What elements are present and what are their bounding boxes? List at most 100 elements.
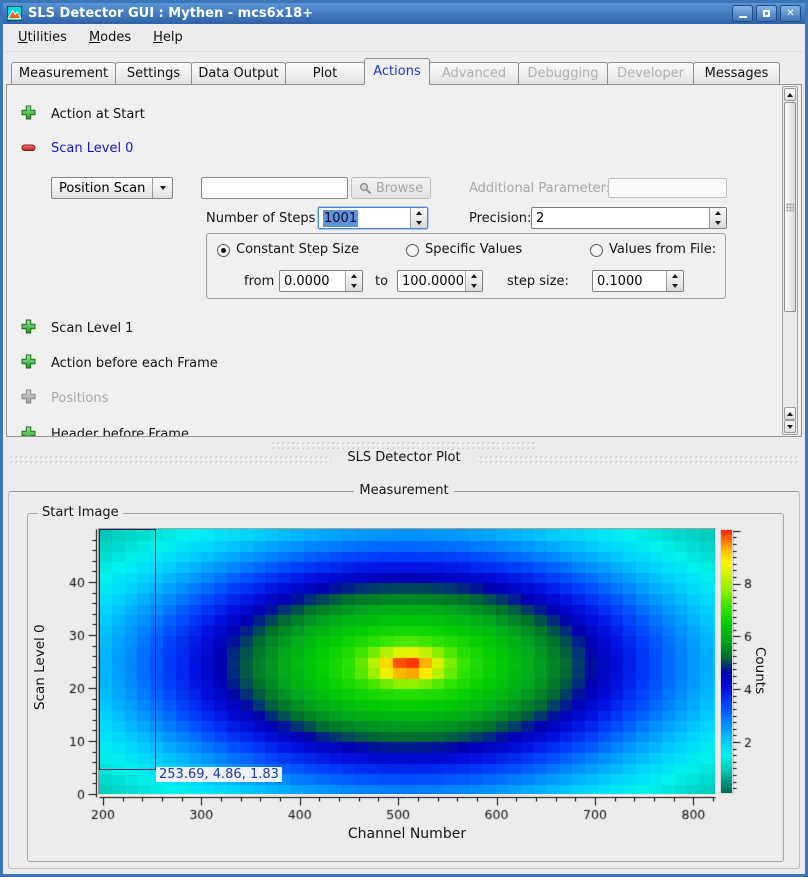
menu-bar: Utilities Modes Help	[3, 24, 805, 52]
expand-plus-icon[interactable]	[21, 426, 36, 437]
spinbox-buttons[interactable]	[709, 208, 726, 228]
scan-level-0-label[interactable]: Scan Level 0	[51, 141, 133, 156]
sls-detector-plot-label: SLS Detector Plot	[331, 450, 476, 465]
to-spinbox[interactable]: 100.0000	[397, 270, 483, 292]
from-spinbox[interactable]: 0.0000	[279, 270, 363, 292]
tab-plot[interactable]: Plot	[285, 62, 365, 85]
spin-down-button[interactable]	[466, 281, 482, 291]
precision-value[interactable]: 2	[532, 208, 709, 228]
splitter-handle[interactable]	[271, 441, 537, 449]
splitter-label-row: SLS Detector Plot	[3, 450, 805, 465]
arrow-down-icon	[672, 284, 678, 288]
spin-down-button[interactable]	[710, 218, 726, 228]
specific-values-radio[interactable]	[406, 244, 419, 257]
spin-up-button[interactable]	[466, 271, 482, 281]
arrow-down-icon	[715, 221, 721, 225]
constant-step-size-radio[interactable]	[217, 244, 230, 257]
precision-spinbox[interactable]: 2	[531, 207, 727, 229]
spinbox-buttons[interactable]	[666, 271, 683, 291]
spin-up-button[interactable]	[411, 208, 427, 218]
additional-parameter-label: Additional Parameter:	[469, 181, 610, 196]
arrow-up-icon	[471, 274, 477, 278]
browse-button: Browse	[351, 177, 431, 199]
spin-down-button[interactable]	[667, 281, 683, 291]
scrollbar-up-button-2[interactable]	[784, 407, 796, 420]
measurement-groupbox: Measurement Start Image Scan Level 0 253…	[8, 491, 800, 869]
tab-settings[interactable]: Settings	[115, 62, 192, 85]
expand-plus-icon[interactable]	[21, 354, 36, 369]
tab-advanced: Advanced	[429, 62, 519, 85]
combobox-dropdown-arrow[interactable]	[152, 178, 172, 198]
splitter[interactable]: SLS Detector Plot	[3, 437, 805, 471]
number-of-steps-spinbox[interactable]: 1001	[318, 207, 428, 229]
spin-down-button[interactable]	[411, 218, 427, 228]
close-icon: ✕	[786, 9, 794, 19]
specific-values-label[interactable]: Specific Values	[425, 242, 522, 257]
close-button[interactable]: ✕	[780, 5, 801, 22]
scan-file-input[interactable]	[201, 177, 348, 199]
maximize-button[interactable]	[756, 5, 777, 22]
tab-actions[interactable]: Actions	[364, 58, 430, 85]
y-axis-title: Scan Level 0	[32, 572, 48, 762]
scrollbar-thumb[interactable]	[784, 102, 796, 312]
heatmap-frame[interactable]	[98, 528, 716, 795]
start-image-groupbox: Start Image Scan Level 0 253.69, 4.86, 1…	[27, 513, 784, 862]
title-bar[interactable]: SLS Detector GUI : Mythen - mcs6x18+ ✕	[3, 3, 805, 24]
arrow-up-icon	[787, 93, 793, 97]
values-from-file-radio[interactable]	[590, 244, 603, 257]
window-title: SLS Detector GUI : Mythen - mcs6x18+	[28, 6, 732, 21]
arrow-up-icon	[787, 412, 793, 416]
minimize-button[interactable]	[732, 5, 753, 22]
scan-level-1-label[interactable]: Scan Level 1	[51, 321, 133, 336]
tab-messages[interactable]: Messages	[693, 62, 780, 85]
number-of-steps-label: Number of Steps:	[206, 211, 320, 226]
spinbox-buttons[interactable]	[345, 271, 362, 291]
heatmap-canvas[interactable]	[99, 529, 715, 794]
to-value[interactable]: 100.0000	[398, 271, 465, 291]
precision-label: Precision:	[469, 211, 531, 226]
chevron-down-icon	[160, 186, 166, 190]
scrollbar-down-button[interactable]	[784, 420, 796, 433]
app-logo-icon	[7, 6, 22, 21]
scan-mode-combobox[interactable]: Position Scan	[51, 177, 173, 199]
action-at-start-label[interactable]: Action at Start	[51, 107, 145, 122]
collapse-minus-icon[interactable]	[21, 140, 36, 155]
cursor-readout-tooltip: 253.69, 4.86, 1.83	[156, 767, 282, 782]
tab-data-output[interactable]: Data Output	[191, 62, 286, 85]
menu-modes[interactable]: Modes	[78, 26, 142, 49]
values-from-file-label[interactable]: Values from File:	[609, 242, 716, 257]
measurement-title-row: Measurement	[9, 483, 799, 498]
step-mode-groupbox: Constant Step Size Specific Values Value…	[206, 233, 726, 299]
step-size-value[interactable]: 0.1000	[593, 271, 666, 291]
header-before-frame-label[interactable]: Header before Frame	[51, 427, 189, 437]
to-label: to	[375, 274, 388, 289]
tab-developer: Developer	[607, 62, 694, 85]
expand-plus-icon[interactable]	[21, 319, 36, 334]
spin-down-button[interactable]	[346, 281, 362, 291]
tab-measurement[interactable]: Measurement	[11, 62, 116, 85]
scrollbar-up-button[interactable]	[784, 88, 796, 101]
actions-panel: Action at Start Scan Level 0 Position Sc…	[6, 84, 802, 437]
start-image-title: Start Image	[38, 505, 123, 520]
menu-utilities[interactable]: Utilities	[7, 26, 78, 49]
spin-up-button[interactable]	[710, 208, 726, 218]
positions-label: Positions	[51, 391, 108, 406]
arrow-down-icon	[787, 425, 793, 429]
step-size-spinbox[interactable]: 0.1000	[592, 270, 684, 292]
expand-plus-icon[interactable]	[21, 105, 36, 120]
arrow-up-icon	[351, 274, 357, 278]
maximize-icon	[763, 10, 770, 17]
arrow-down-icon	[416, 221, 422, 225]
menu-help[interactable]: Help	[142, 26, 194, 49]
actions-scrollbar[interactable]	[782, 86, 798, 435]
spinbox-buttons[interactable]	[410, 208, 427, 228]
from-value[interactable]: 0.0000	[280, 271, 345, 291]
spin-up-button[interactable]	[667, 271, 683, 281]
number-of-steps-value[interactable]: 1001	[323, 210, 358, 227]
spin-up-button[interactable]	[346, 271, 362, 281]
spinbox-buttons[interactable]	[465, 271, 482, 291]
constant-step-size-label[interactable]: Constant Step Size	[236, 242, 359, 257]
start-image-title-row: Start Image	[38, 505, 123, 520]
minimize-icon	[739, 16, 747, 18]
action-before-each-frame-label[interactable]: Action before each Frame	[51, 356, 218, 371]
